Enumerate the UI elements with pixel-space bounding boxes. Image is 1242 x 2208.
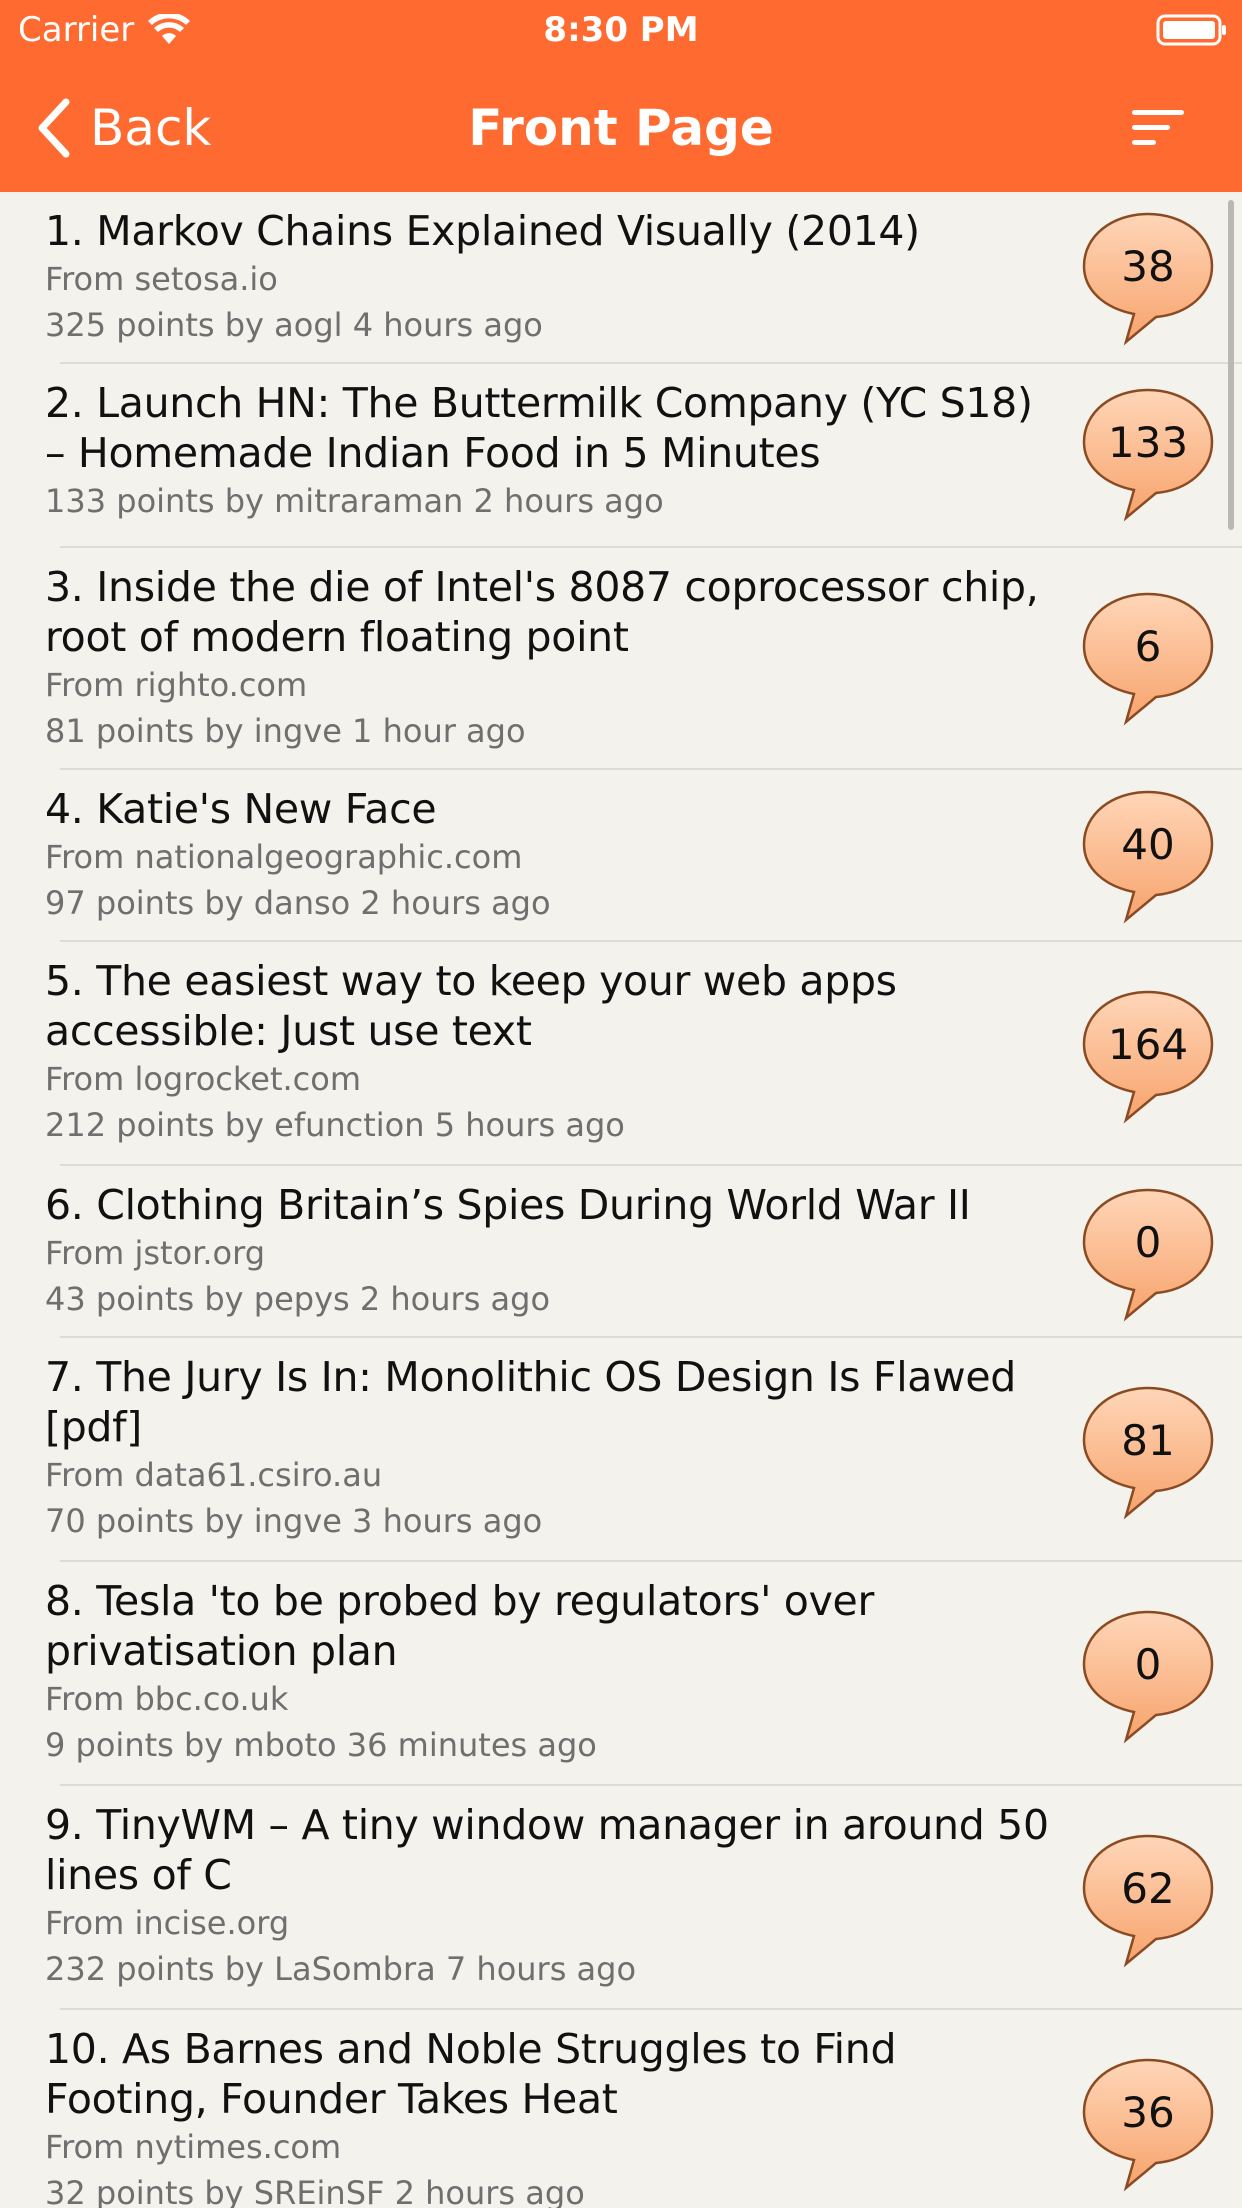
comment-count: 81 — [1121, 1415, 1175, 1465]
story-text: 4. Katie's New Face From nationalgeograph… — [45, 784, 1055, 926]
story-title: 8. Tesla 'to be probed by regulators' ov… — [45, 1577, 875, 1675]
story-meta: 81 points by ingve 1 hour ago — [45, 712, 526, 750]
sort-lines-icon[interactable] — [1130, 104, 1186, 152]
comments-bubble-button[interactable]: 0 — [1080, 1608, 1216, 1744]
comments-bubble-button[interactable]: 164 — [1080, 988, 1216, 1124]
battery-icon — [1156, 14, 1226, 46]
story-text: 2. Launch HN: The Buttermilk Company (YC… — [45, 378, 1055, 524]
story-title: 6. Clothing Britain’s Spies During World… — [45, 1181, 971, 1229]
status-bar: Carrier 8:30 PM — [0, 0, 1242, 62]
story-meta: 70 points by ingve 3 hours ago — [45, 1502, 543, 1540]
story-list[interactable]: 1. Markov Chains Explained Visually (201… — [0, 192, 1242, 2208]
header: Carrier 8:30 PM Back Front Page — [0, 0, 1242, 192]
story-source: From setosa.io — [45, 260, 278, 298]
story-source: From righto.com — [45, 666, 308, 704]
scrollbar[interactable] — [1228, 200, 1234, 530]
story-source: From nationalgeographic.com — [45, 838, 523, 876]
story-row[interactable]: 2. Launch HN: The Buttermilk Company (YC… — [0, 364, 1242, 548]
story-title: 10. As Barnes and Noble Struggles to Fin… — [45, 2025, 897, 2123]
comments-bubble-button[interactable]: 133 — [1080, 386, 1216, 522]
comment-count: 133 — [1107, 417, 1189, 467]
navigation-bar: Back Front Page — [0, 62, 1242, 192]
story-title: 2. Launch HN: The Buttermilk Company (YC… — [45, 379, 1033, 477]
story-text: 9. TinyWM – A tiny window manager in aro… — [45, 1800, 1055, 1992]
story-row[interactable]: 6. Clothing Britain’s Spies During World… — [0, 1166, 1242, 1338]
comments-bubble-button[interactable]: 38 — [1080, 210, 1216, 346]
comment-count: 36 — [1121, 2087, 1175, 2137]
comment-count: 0 — [1134, 1217, 1162, 1267]
story-meta: 43 points by pepys 2 hours ago — [45, 1280, 551, 1318]
story-meta: 232 points by LaSombra 7 hours ago — [45, 1950, 637, 1988]
comment-count: 164 — [1107, 1019, 1189, 1069]
comments-bubble-button[interactable]: 40 — [1080, 788, 1216, 924]
story-source: From bbc.co.uk — [45, 1680, 289, 1718]
story-text: 1. Markov Chains Explained Visually (201… — [45, 206, 1055, 348]
story-text: 10. As Barnes and Noble Struggles to Fin… — [45, 2024, 1055, 2208]
story-row[interactable]: 1. Markov Chains Explained Visually (201… — [0, 192, 1242, 364]
comment-count: 6 — [1134, 621, 1162, 671]
story-meta: 97 points by danso 2 hours ago — [45, 884, 551, 922]
story-source: From jstor.org — [45, 1234, 266, 1272]
story-title: 7. The Jury Is In: Monolithic OS Design … — [45, 1353, 1017, 1451]
story-text: 7. The Jury Is In: Monolithic OS Design … — [45, 1352, 1055, 1544]
comment-count: 38 — [1121, 241, 1175, 291]
story-title: 5. The easiest way to keep your web apps… — [45, 957, 897, 1055]
story-meta: 9 points by mboto 36 minutes ago — [45, 1726, 597, 1764]
story-meta: 325 points by aogl 4 hours ago — [45, 306, 543, 344]
page-title: Front Page — [468, 99, 774, 157]
story-source: From nytimes.com — [45, 2128, 342, 2166]
story-row[interactable]: 5. The easiest way to keep your web apps… — [0, 942, 1242, 1166]
comments-bubble-button[interactable]: 62 — [1080, 1832, 1216, 1968]
story-text: 3. Inside the die of Intel's 8087 coproc… — [45, 562, 1055, 754]
status-time: 8:30 PM — [543, 10, 699, 50]
story-source: From logrocket.com — [45, 1060, 361, 1098]
story-text: 6. Clothing Britain’s Spies During World… — [45, 1180, 1055, 1322]
story-text: 8. Tesla 'to be probed by regulators' ov… — [45, 1576, 1055, 1768]
story-source: From incise.org — [45, 1904, 290, 1942]
story-title: 9. TinyWM – A tiny window manager in aro… — [45, 1801, 1049, 1899]
comments-bubble-button[interactable]: 36 — [1080, 2056, 1216, 2192]
story-title: 3. Inside the die of Intel's 8087 coproc… — [45, 563, 1039, 661]
story-source: From data61.csiro.au — [45, 1456, 383, 1494]
story-row[interactable]: 10. As Barnes and Noble Struggles to Fin… — [0, 2010, 1242, 2208]
story-row[interactable]: 9. TinyWM – A tiny window manager in aro… — [0, 1786, 1242, 2010]
story-text: 5. The easiest way to keep your web apps… — [45, 956, 1055, 1148]
story-meta: 133 points by mitraraman 2 hours ago — [45, 482, 664, 520]
comments-bubble-button[interactable]: 81 — [1080, 1384, 1216, 1520]
comment-count: 62 — [1121, 1863, 1175, 1913]
comments-bubble-button[interactable]: 0 — [1080, 1186, 1216, 1322]
comments-bubble-button[interactable]: 6 — [1080, 590, 1216, 726]
story-row[interactable]: 4. Katie's New Face From nationalgeograph… — [0, 770, 1242, 942]
story-meta: 212 points by efunction 5 hours ago — [45, 1106, 625, 1144]
story-meta: 32 points by SREinSF 2 hours ago — [45, 2174, 585, 2208]
story-title: 1. Markov Chains Explained Visually (201… — [45, 207, 920, 255]
story-title: 4. Katie's New Face — [45, 785, 437, 833]
comment-count: 40 — [1121, 819, 1175, 869]
story-row[interactable]: 7. The Jury Is In: Monolithic OS Design … — [0, 1338, 1242, 1562]
comment-count: 0 — [1134, 1639, 1162, 1689]
story-row[interactable]: 8. Tesla 'to be probed by regulators' ov… — [0, 1562, 1242, 1786]
story-row[interactable]: 3. Inside the die of Intel's 8087 coproc… — [0, 548, 1242, 770]
